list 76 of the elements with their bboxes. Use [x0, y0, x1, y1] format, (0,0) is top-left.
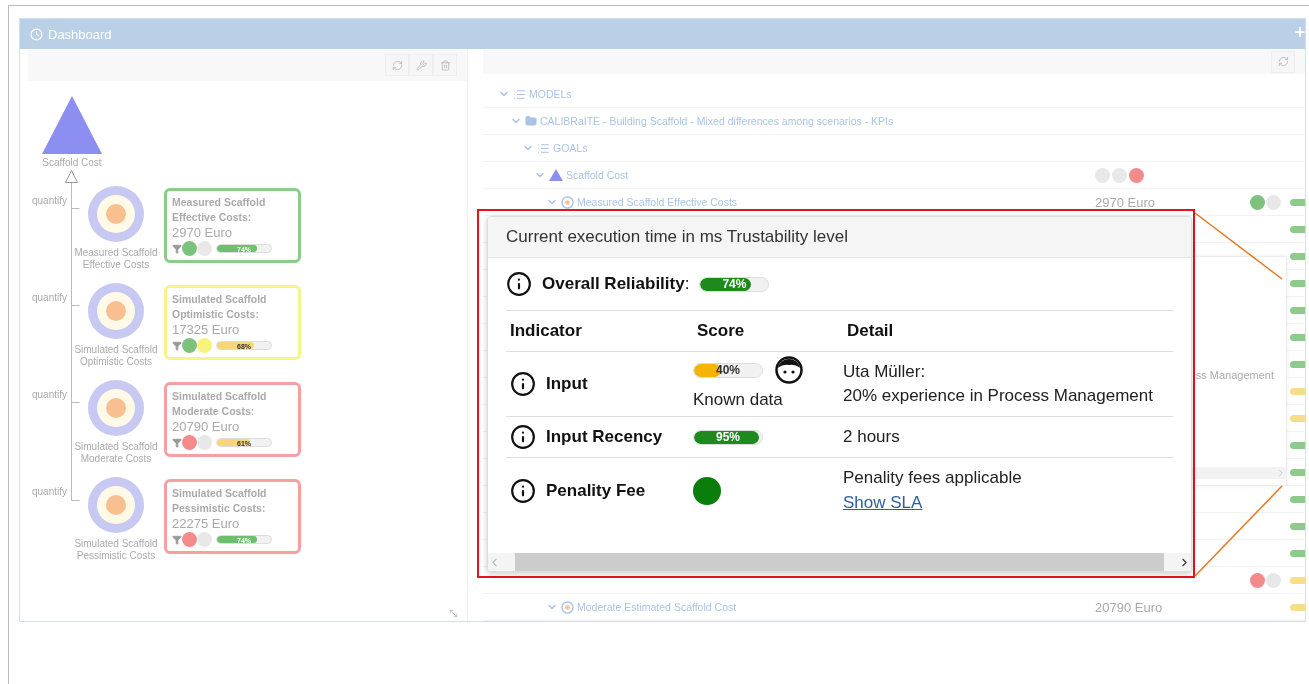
column-header: Score	[693, 311, 843, 352]
list-icon	[537, 141, 550, 155]
info-icon[interactable]	[506, 271, 532, 297]
target-icon	[87, 476, 145, 534]
relation-label: quantify	[32, 195, 69, 208]
percent-label: 74%	[722, 278, 747, 290]
indicator-label: Penality Fee	[546, 481, 646, 501]
percent-label: 95%	[716, 431, 740, 443]
clock-icon	[30, 27, 43, 41]
filter-icon	[172, 437, 182, 448]
window-title: Dashboard	[48, 26, 112, 42]
tree-item[interactable]: CALIBRaITE - Building Scaffold - Mixed differences among scenarios - KPIs	[540, 115, 894, 127]
popup-title: Current execution time in ms Trustability level	[506, 227, 849, 247]
card-title: Simulated Scaffold Optimistic Costs:	[172, 292, 268, 322]
card-value: 17325 Euro	[172, 322, 241, 338]
wrench-button[interactable]	[409, 54, 433, 76]
wrench-icon	[415, 59, 427, 71]
info-icon[interactable]	[510, 371, 536, 397]
tree-item[interactable]: Moderate Estimated Scaffold Cost	[577, 601, 737, 613]
relation-label: quantify	[32, 389, 69, 402]
refresh-button[interactable]	[385, 54, 409, 76]
target-icon	[87, 379, 145, 437]
detail-text: Penality fees applicable	[843, 467, 1022, 489]
card-value: 20790 Euro	[172, 419, 241, 435]
node-label: Simulated Scaffold Optimistic Costs	[73, 344, 159, 368]
triangle-icon	[42, 96, 102, 154]
target-icon	[87, 282, 145, 340]
card-value: 2970 Euro	[172, 225, 233, 241]
filter-icon	[172, 340, 182, 351]
relation-label: quantify	[32, 292, 69, 305]
card-title: Measured Scaffold Effective Costs:	[172, 195, 267, 225]
target-icon	[561, 195, 574, 209]
tree-item[interactable]: Scaffold Cost	[566, 169, 629, 181]
card-value: 22275 Euro	[172, 516, 241, 532]
info-icon[interactable]	[510, 424, 536, 450]
sla-link[interactable]: Show SLA	[843, 490, 1022, 516]
indicator-label: Input	[546, 374, 588, 394]
triangle-icon	[549, 169, 563, 181]
list-icon	[513, 87, 526, 101]
refresh-button[interactable]	[1271, 50, 1295, 73]
filter-icon	[172, 243, 182, 254]
folder-icon	[525, 115, 537, 127]
target-icon	[87, 185, 145, 243]
refresh-icon	[1277, 56, 1289, 67]
detail-text: ss Management	[1195, 369, 1274, 381]
delete-button[interactable]	[433, 54, 457, 76]
card-title: Simulated Scaffold Moderate Costs:	[172, 389, 268, 419]
detail-text: 2 hours	[843, 426, 900, 448]
plus-icon[interactable]	[1293, 25, 1307, 39]
target-icon	[561, 600, 574, 614]
detail-text: 20% experience in Process Management	[843, 385, 1153, 407]
indicator-label: Input Recency	[546, 427, 663, 447]
horizontal-scrollbar[interactable]	[488, 553, 1191, 571]
node-label: Simulated Scaffold Pessimistic Costs	[73, 538, 159, 562]
column-header: Detail	[843, 311, 1173, 352]
overall-label: Overall Reliability:	[542, 274, 690, 294]
resize-icon[interactable]	[448, 608, 459, 619]
card-title: Simulated Scaffold Pessimistic Costs:	[172, 486, 268, 516]
column-header: Indicator	[506, 311, 693, 352]
value-text: 20790 Euro	[1095, 599, 1163, 615]
refresh-icon	[391, 59, 403, 71]
tree-item[interactable]: Measured Scaffold Effective Costs	[577, 196, 738, 208]
info-icon[interactable]	[510, 478, 536, 504]
value-text: 2970 Euro	[1095, 194, 1155, 210]
detail-text: Uta Müller:	[843, 361, 927, 383]
filter-icon	[172, 534, 182, 545]
tree-item[interactable]: GOALs	[553, 142, 588, 154]
node-label: Scaffold Cost	[42, 157, 102, 168]
node-label: Simulated Scaffold Moderate Costs	[73, 441, 159, 465]
tree-item[interactable]: MODELs	[529, 88, 572, 100]
chevron-right-icon	[1276, 468, 1286, 478]
score-note: Known data	[693, 389, 784, 411]
relation-label: quantify	[32, 486, 69, 499]
trash-icon	[439, 59, 451, 71]
node-label: Measured Scaffold Effective Costs	[73, 247, 159, 271]
face-icon	[775, 356, 803, 384]
